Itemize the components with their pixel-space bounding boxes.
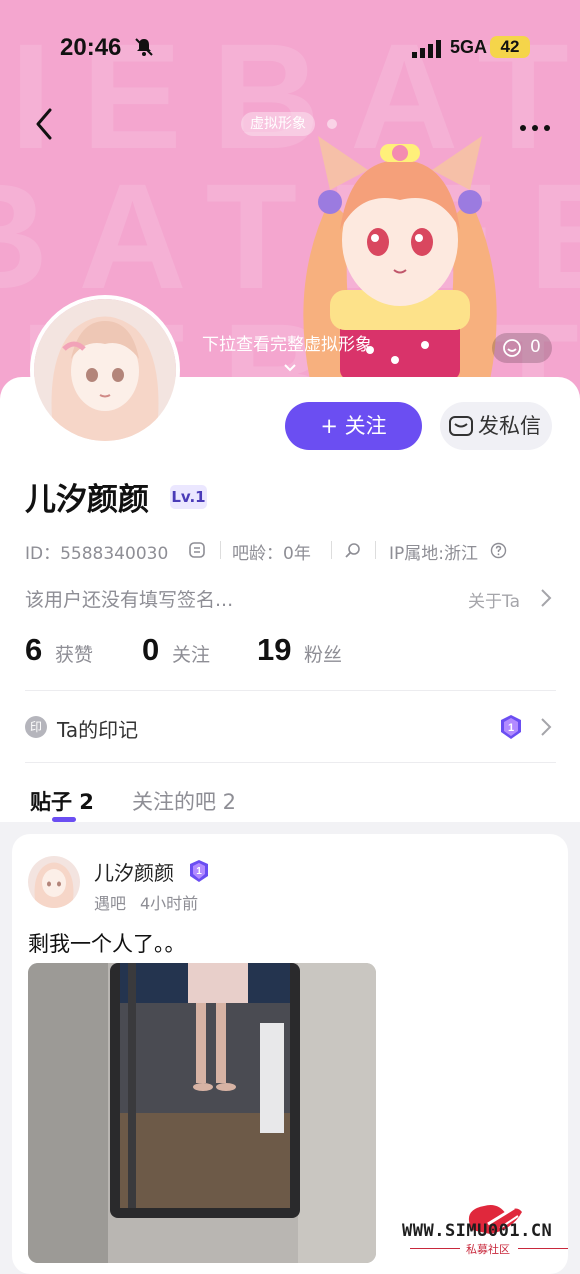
tab-followed-forums[interactable]: 关注的吧 2 bbox=[132, 786, 236, 816]
bar-age: 吧龄：0年 bbox=[232, 544, 311, 564]
watermark-line bbox=[518, 1248, 568, 1249]
chevron-right-icon[interactable] bbox=[540, 717, 552, 741]
post-forum[interactable]: 遇吧 bbox=[94, 890, 126, 914]
seal-badge-icon: 1 bbox=[188, 859, 210, 887]
likes-count[interactable]: 6 bbox=[25, 632, 42, 668]
user-signature: 该用户还没有填写签名... bbox=[25, 589, 234, 611]
username: 儿汐颜颜 bbox=[25, 482, 149, 518]
more-options-icon[interactable] bbox=[518, 118, 552, 137]
follow-button[interactable]: + 关注 bbox=[285, 402, 422, 450]
battery-level: 42 bbox=[490, 36, 530, 58]
signal-icon bbox=[412, 40, 442, 62]
svg-text:1: 1 bbox=[508, 722, 514, 734]
followers-count[interactable]: 19 bbox=[257, 632, 291, 668]
about-link[interactable]: 关于Ta bbox=[468, 587, 520, 612]
post-author-name[interactable]: 儿汐颜颜 bbox=[94, 857, 174, 886]
watermark-line bbox=[410, 1248, 460, 1249]
status-bar: 20:46 5GA 42 bbox=[0, 26, 580, 70]
smiley-icon bbox=[502, 338, 522, 362]
meta-divider bbox=[220, 541, 221, 559]
pull-down-hint: 下拉查看完整虚拟形象 bbox=[202, 335, 372, 355]
chevron-right-icon[interactable] bbox=[540, 588, 552, 612]
help-icon[interactable] bbox=[490, 542, 507, 563]
chevron-down-icon bbox=[283, 358, 297, 377]
virtual-avatar-tag[interactable]: 虚拟形象 bbox=[241, 112, 315, 136]
watermark-subtitle: 私募社区 bbox=[466, 1243, 510, 1256]
seal-row-label[interactable]: Ta的印记 bbox=[57, 714, 138, 743]
following-count[interactable]: 0 bbox=[142, 632, 159, 668]
divider bbox=[25, 762, 556, 763]
search-icon bbox=[344, 541, 362, 563]
meta-divider bbox=[375, 541, 376, 559]
message-button[interactable]: 发私信 bbox=[440, 402, 552, 450]
back-chevron-icon[interactable] bbox=[30, 106, 60, 146]
post-time: 4小时前 bbox=[140, 894, 199, 913]
post-author-avatar[interactable] bbox=[28, 856, 80, 908]
ip-location: IP属地:浙江 bbox=[389, 544, 478, 564]
active-tab-indicator bbox=[52, 817, 76, 822]
tab-posts[interactable]: 贴子 2 bbox=[30, 786, 94, 816]
seal-icon: 印 bbox=[25, 716, 47, 738]
post-text[interactable]: 剩我一个人了。。 bbox=[28, 928, 186, 958]
post-image[interactable] bbox=[28, 963, 376, 1263]
avatar[interactable] bbox=[30, 295, 180, 445]
likes-label[interactable]: 获赞 bbox=[55, 640, 93, 667]
network-type: 5GA bbox=[450, 37, 488, 57]
tag-dot-icon bbox=[327, 119, 337, 129]
status-time: 20:46 bbox=[60, 34, 122, 61]
avatar-like-button[interactable] bbox=[492, 333, 552, 363]
following-label[interactable]: 关注 bbox=[172, 640, 210, 667]
mute-bell-icon bbox=[134, 37, 154, 61]
svg-text:1: 1 bbox=[196, 866, 202, 877]
divider bbox=[25, 690, 556, 691]
meta-divider bbox=[331, 541, 332, 559]
copy-icon[interactable] bbox=[188, 541, 206, 563]
user-id: ID：5588340030 bbox=[25, 544, 169, 564]
message-icon bbox=[449, 416, 473, 436]
followers-label[interactable]: 粉丝 bbox=[304, 640, 342, 667]
level-badge: Lv.1 bbox=[170, 485, 207, 509]
seal-badge-icon[interactable]: 1 bbox=[498, 714, 524, 744]
message-label: 发私信 bbox=[478, 414, 541, 438]
watermark-site: WWW.SIMU001.CN bbox=[402, 1221, 553, 1241]
avatar-like-count: 0 bbox=[530, 337, 541, 357]
